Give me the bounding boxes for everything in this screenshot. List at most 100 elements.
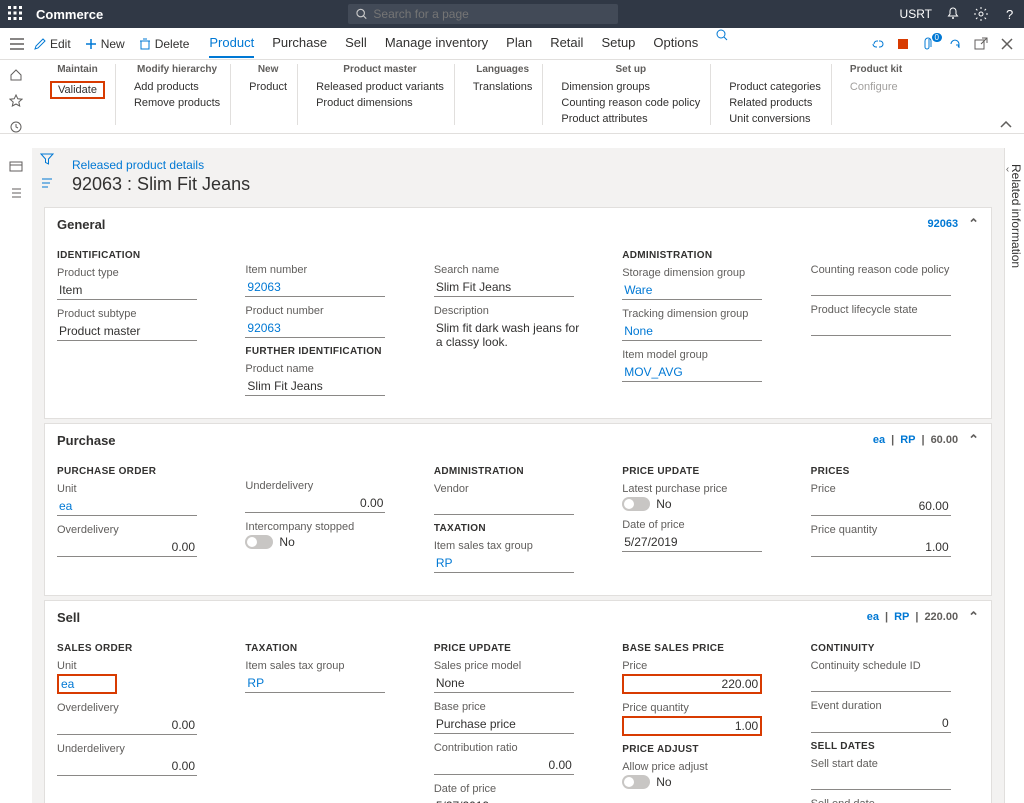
- tab-retail[interactable]: Retail: [550, 29, 583, 58]
- latest-price-toggle[interactable]: No: [622, 497, 790, 511]
- hamburger-icon[interactable]: [10, 38, 24, 50]
- lines-icon[interactable]: [40, 176, 54, 190]
- purchase-overdelivery[interactable]: 0.00: [57, 538, 197, 557]
- product-attributes[interactable]: Product attributes: [561, 113, 700, 125]
- event-duration[interactable]: 0: [811, 714, 951, 733]
- bell-icon[interactable]: [946, 7, 960, 21]
- tab-manage-inventory[interactable]: Manage inventory: [385, 29, 488, 58]
- sell-price[interactable]: 220.00: [622, 674, 762, 694]
- continuity-id[interactable]: [811, 674, 951, 692]
- section-sell-header[interactable]: Sell ea | RP | 220.00 ⌃: [45, 601, 991, 633]
- counting-reason-policy[interactable]: Counting reason code policy: [561, 97, 700, 109]
- lifecycle-state[interactable]: [811, 318, 951, 336]
- chevron-up-icon[interactable]: ⌃: [968, 609, 979, 625]
- search-name[interactable]: Slim Fit Jeans: [434, 278, 574, 297]
- product-dimensions[interactable]: Product dimensions: [316, 97, 444, 109]
- product-subtype[interactable]: Product master: [57, 322, 197, 341]
- purchase-date-price[interactable]: 5/27/2019: [622, 533, 762, 552]
- clock-icon[interactable]: [9, 120, 23, 134]
- chevron-up-icon[interactable]: ⌃: [968, 432, 979, 448]
- sell-price-qty[interactable]: 1.00: [622, 716, 762, 736]
- validate-button[interactable]: Validate: [50, 81, 105, 99]
- purchase-price[interactable]: 60.00: [811, 497, 951, 516]
- ribbon-product[interactable]: Product: [249, 81, 287, 93]
- description[interactable]: Slim fit dark wash jeans for a classy lo…: [434, 319, 584, 351]
- add-products[interactable]: Add products: [134, 81, 220, 93]
- sell-overdelivery[interactable]: 0.00: [57, 716, 197, 735]
- tab-setup[interactable]: Setup: [601, 29, 635, 58]
- tracking-dim-group[interactable]: None: [622, 322, 762, 341]
- popout-icon[interactable]: [974, 37, 988, 51]
- product-type[interactable]: Item: [57, 281, 197, 300]
- link-icon[interactable]: [870, 37, 884, 51]
- product-name[interactable]: Slim Fit Jeans: [245, 377, 385, 396]
- purchase-underdelivery[interactable]: 0.00: [245, 494, 385, 513]
- related-info-panel[interactable]: ‹ Related information: [1004, 148, 1024, 803]
- purchase-unit[interactable]: ea: [57, 497, 197, 516]
- office-icon[interactable]: [896, 37, 910, 51]
- counting-reason[interactable]: [811, 278, 951, 296]
- gear-icon[interactable]: [974, 7, 988, 21]
- vendor[interactable]: [434, 497, 574, 515]
- search-icon[interactable]: [716, 29, 729, 58]
- delete-button[interactable]: Delete: [139, 37, 190, 51]
- product-categories[interactable]: Product categories: [729, 81, 821, 93]
- sales-price-model[interactable]: None: [434, 674, 574, 693]
- purchase-price-qty[interactable]: 1.00: [811, 538, 951, 557]
- app-name: Commerce: [36, 7, 103, 22]
- waffle-icon[interactable]: [8, 6, 24, 22]
- purchase-tax-group[interactable]: RP: [434, 554, 574, 573]
- remove-products[interactable]: Remove products: [134, 97, 220, 109]
- section-purchase-header[interactable]: Purchase ea | RP | 60.00 ⌃: [45, 424, 991, 456]
- sell-date-price[interactable]: 5/27/2019: [434, 797, 574, 803]
- sell-tax-group[interactable]: RP: [245, 674, 385, 693]
- product-number[interactable]: 92063: [245, 319, 385, 338]
- filter-icon[interactable]: [40, 152, 54, 166]
- attachment-icon[interactable]: 0: [922, 37, 936, 51]
- translations[interactable]: Translations: [473, 81, 533, 93]
- home-icon[interactable]: [9, 68, 23, 82]
- tab-plan[interactable]: Plan: [506, 29, 532, 58]
- configure: Configure: [850, 81, 902, 93]
- tab-options[interactable]: Options: [653, 29, 698, 58]
- item-model-group[interactable]: MOV_AVG: [622, 363, 762, 382]
- contrib-ratio[interactable]: 0.00: [434, 756, 574, 775]
- command-bar: Edit New Delete Product Purchase Sell Ma…: [0, 28, 1024, 60]
- attachment-badge: 0: [932, 33, 942, 42]
- tab-product[interactable]: Product: [209, 29, 254, 58]
- dimension-groups[interactable]: Dimension groups: [561, 81, 700, 93]
- allow-adjust-toggle[interactable]: No: [622, 775, 790, 789]
- refresh-icon[interactable]: [948, 37, 962, 51]
- unit-conversions[interactable]: Unit conversions: [729, 113, 821, 125]
- workspace-icon[interactable]: [9, 160, 23, 174]
- chevron-up-icon[interactable]: ⌃: [968, 216, 979, 232]
- star-icon[interactable]: [9, 94, 23, 108]
- plus-icon: [85, 38, 97, 50]
- base-price[interactable]: Purchase price: [434, 715, 574, 734]
- section-general-header[interactable]: General 92063 ⌃: [45, 208, 991, 240]
- user-label[interactable]: USRT: [900, 7, 932, 21]
- breadcrumb[interactable]: Released product details: [72, 158, 1000, 172]
- close-icon[interactable]: [1000, 37, 1014, 51]
- sell-unit[interactable]: ea: [57, 674, 117, 694]
- search-input[interactable]: [373, 7, 610, 21]
- sell-underdelivery[interactable]: 0.00: [57, 757, 197, 776]
- section-purchase: Purchase ea | RP | 60.00 ⌃ PURCHASE ORDE…: [44, 423, 992, 596]
- tab-purchase[interactable]: Purchase: [272, 29, 327, 58]
- edit-button[interactable]: Edit: [34, 37, 71, 51]
- intercompany-toggle[interactable]: No: [245, 535, 413, 549]
- left-nav-rail: [0, 60, 32, 200]
- global-search[interactable]: [348, 4, 618, 24]
- list-icon[interactable]: [9, 186, 23, 200]
- tab-sell[interactable]: Sell: [345, 29, 367, 58]
- help-icon[interactable]: ?: [1002, 7, 1016, 21]
- item-number[interactable]: 92063: [245, 278, 385, 297]
- search-icon: [356, 8, 367, 20]
- storage-dim-group[interactable]: Ware: [622, 281, 762, 300]
- global-header: Commerce USRT ?: [0, 0, 1024, 28]
- released-variants[interactable]: Released product variants: [316, 81, 444, 93]
- sell-start-date[interactable]: [811, 772, 951, 790]
- chevron-up-icon[interactable]: [1000, 121, 1012, 129]
- new-button[interactable]: New: [85, 37, 125, 51]
- related-products[interactable]: Related products: [729, 97, 821, 109]
